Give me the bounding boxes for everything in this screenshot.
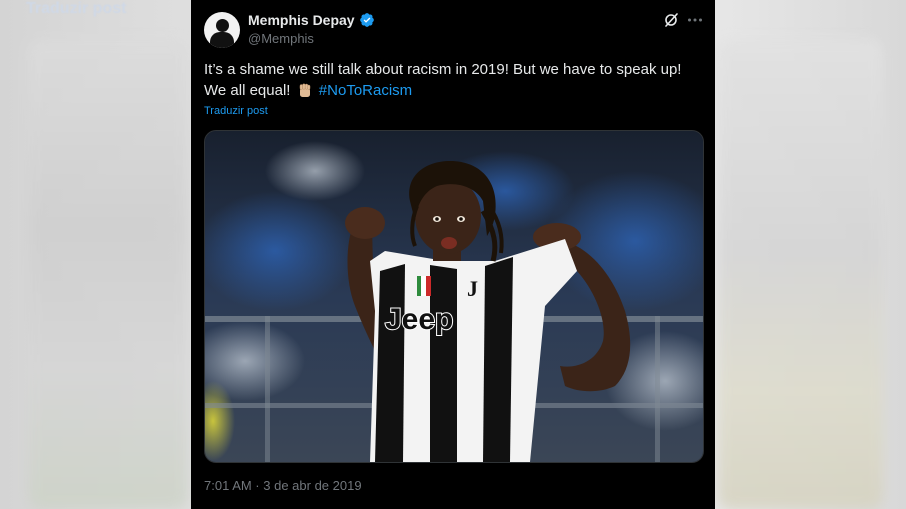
more-options-icon[interactable] — [687, 14, 703, 26]
verified-badge-icon — [359, 13, 374, 27]
raised-fist-emoji-icon — [299, 83, 310, 97]
photo-illustration: Jeep J — [205, 131, 703, 462]
grok-icon[interactable] — [663, 12, 679, 28]
avatar-body — [210, 32, 234, 48]
hashtag-link[interactable]: #NoToRacism — [319, 82, 412, 99]
background-translate-text: Traduzir post — [26, 0, 127, 17]
tweet-text-prefix: We all equal! — [204, 82, 291, 99]
svg-text:J: J — [467, 276, 478, 301]
avatar[interactable] — [204, 12, 240, 48]
tweet-photo[interactable]: Jeep J — [204, 130, 704, 463]
tweet-text: It’s a shame we still talk about racism … — [204, 59, 704, 101]
translate-post-link[interactable]: Traduzir post — [204, 105, 268, 117]
tweet-text-line-1: It’s a shame we still talk about racism … — [204, 61, 682, 78]
background-blur-left — [28, 40, 188, 509]
tweet-text-line-2: We all equal! #NoToRacism — [204, 80, 704, 101]
author-handle[interactable]: @Memphis — [248, 31, 314, 46]
tweet-card: Memphis Depay @Memphis It’s a shame we s… — [191, 0, 715, 509]
author-display-name[interactable]: Memphis Depay — [248, 12, 355, 28]
background-blur-right — [718, 40, 883, 509]
author-name-row: Memphis Depay — [248, 12, 375, 28]
jersey-sponsor-text: Jeep — [385, 303, 453, 336]
tweet-timestamp[interactable]: 7:01 AM · 3 de abr de 2019 — [204, 478, 362, 493]
avatar-head — [216, 19, 229, 32]
